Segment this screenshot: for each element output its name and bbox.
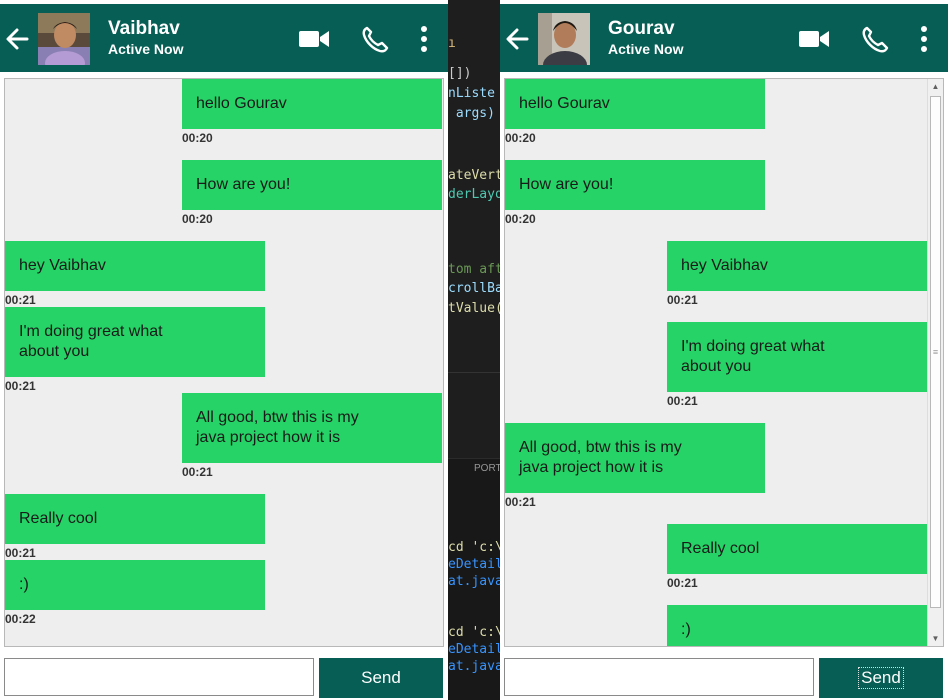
- message-bubble: I'm doing great what about you: [667, 322, 927, 392]
- message-bubble: hey Vaibhav: [667, 241, 927, 291]
- message-item: How are you! 00:20: [182, 160, 442, 226]
- contact-status: Active Now: [608, 41, 684, 57]
- message-item: Really cool 00:21: [667, 524, 927, 590]
- message-input[interactable]: [504, 658, 814, 696]
- message-item: hello Gourav 00:20: [182, 79, 442, 145]
- message-item: I'm doing great what about you 00:21: [5, 307, 265, 393]
- message-item: :): [667, 605, 927, 646]
- code-line: tom aft: [448, 262, 502, 277]
- message-item: How are you! 00:20: [505, 160, 765, 226]
- message-bubble: :): [667, 605, 927, 646]
- message-time: 00:20: [182, 131, 213, 145]
- panel-tab[interactable]: PORT: [474, 463, 502, 474]
- code-line: []): [448, 66, 472, 81]
- code-line: nListe: [448, 86, 495, 101]
- more-vert-icon[interactable]: [914, 24, 934, 54]
- terminal-line: eDetails: [448, 642, 502, 657]
- message-bubble: hey Vaibhav: [5, 241, 265, 291]
- chat-window-vaibhav: Vaibhav Active Now hello Gourav 00:20 Ho…: [0, 0, 448, 700]
- phone-icon[interactable]: [860, 24, 894, 54]
- scroll-up-icon[interactable]: ▲: [928, 79, 943, 94]
- message-time: 00:21: [667, 576, 698, 590]
- message-time: 00:21: [182, 465, 213, 479]
- terminal-line: cd 'c:\U: [448, 625, 502, 640]
- code-line: tValue(: [448, 301, 502, 316]
- terminal-line: cd 'c:\U: [448, 540, 502, 555]
- message-bubble: All good, btw this is my java project ho…: [505, 423, 765, 493]
- contact-name: Vaibhav: [108, 18, 180, 39]
- message-item: hey Vaibhav 00:21: [5, 241, 265, 307]
- message-time: 00:21: [667, 293, 698, 307]
- contact-name: Gourav: [608, 18, 675, 39]
- contact-status: Active Now: [108, 41, 184, 57]
- message-item: :) 00:22: [5, 560, 265, 626]
- message-bubble: How are you!: [182, 160, 442, 210]
- terminal-line: at.java\: [448, 574, 502, 589]
- chat-header: Vaibhav Active Now: [0, 4, 448, 72]
- scrollbar[interactable]: ▲ ≡ ▼: [927, 79, 943, 646]
- message-item: hey Vaibhav 00:21: [667, 241, 927, 307]
- code-line: ateVert: [448, 168, 502, 183]
- code-line: ı: [448, 36, 456, 51]
- message-input[interactable]: [4, 658, 314, 696]
- code-line: crollBa: [448, 281, 502, 296]
- video-call-icon[interactable]: [797, 24, 831, 54]
- message-item: I'm doing great what about you 00:21: [667, 322, 927, 408]
- message-item: hello Gourav 00:20: [505, 79, 765, 145]
- message-time: 00:21: [667, 394, 698, 408]
- scroll-thumb[interactable]: ≡: [930, 96, 941, 608]
- message-item: Really cool 00:21: [5, 494, 265, 560]
- message-bubble: How are you!: [505, 160, 765, 210]
- message-time: 00:21: [5, 546, 36, 560]
- editor-panel: [446, 372, 502, 458]
- message-time: 00:21: [5, 293, 36, 307]
- message-item: All good, btw this is my java project ho…: [182, 393, 442, 479]
- message-bubble: Really cool: [667, 524, 927, 574]
- code-editor-background: ı []) nListe args) ateVert derLayo tom a…: [446, 0, 502, 700]
- message-bubble: All good, btw this is my java project ho…: [182, 393, 442, 463]
- message-time: 00:22: [5, 612, 36, 626]
- message-bubble: hello Gourav: [182, 79, 442, 129]
- message-bubble: Really cool: [5, 494, 265, 544]
- chat-window-gourav: Gourav Active Now hello Gourav 00:20 How…: [500, 0, 948, 700]
- code-line: args): [448, 106, 495, 121]
- message-time: 00:20: [505, 131, 536, 145]
- message-list[interactable]: hello Gourav 00:20 How are you! 00:20 he…: [4, 78, 444, 647]
- send-label: Send: [361, 668, 401, 687]
- message-list[interactable]: hello Gourav 00:20 How are you! 00:20 he…: [504, 78, 944, 647]
- terminal-line: eDetails: [448, 557, 502, 572]
- message-time: 00:21: [5, 379, 36, 393]
- avatar[interactable]: [538, 13, 590, 65]
- message-time: 00:20: [505, 212, 536, 226]
- more-vert-icon[interactable]: [414, 24, 434, 54]
- message-time: 00:21: [505, 495, 536, 509]
- chat-header: Gourav Active Now: [500, 4, 948, 72]
- send-label: Send: [858, 667, 904, 689]
- message-bubble: I'm doing great what about you: [5, 307, 265, 377]
- video-call-icon[interactable]: [297, 24, 331, 54]
- message-bubble: :): [5, 560, 265, 610]
- code-line: derLayo: [448, 187, 502, 202]
- back-arrow-icon[interactable]: [504, 24, 530, 54]
- message-time: 00:20: [182, 212, 213, 226]
- back-arrow-icon[interactable]: [4, 24, 30, 54]
- phone-icon[interactable]: [360, 24, 394, 54]
- message-item: All good, btw this is my java project ho…: [505, 423, 765, 509]
- send-button[interactable]: Send: [819, 658, 943, 698]
- avatar[interactable]: [38, 13, 90, 65]
- terminal-line: at.java\: [448, 659, 502, 674]
- scroll-down-icon[interactable]: ▼: [928, 631, 943, 646]
- message-bubble: hello Gourav: [505, 79, 765, 129]
- send-button[interactable]: Send: [319, 658, 443, 698]
